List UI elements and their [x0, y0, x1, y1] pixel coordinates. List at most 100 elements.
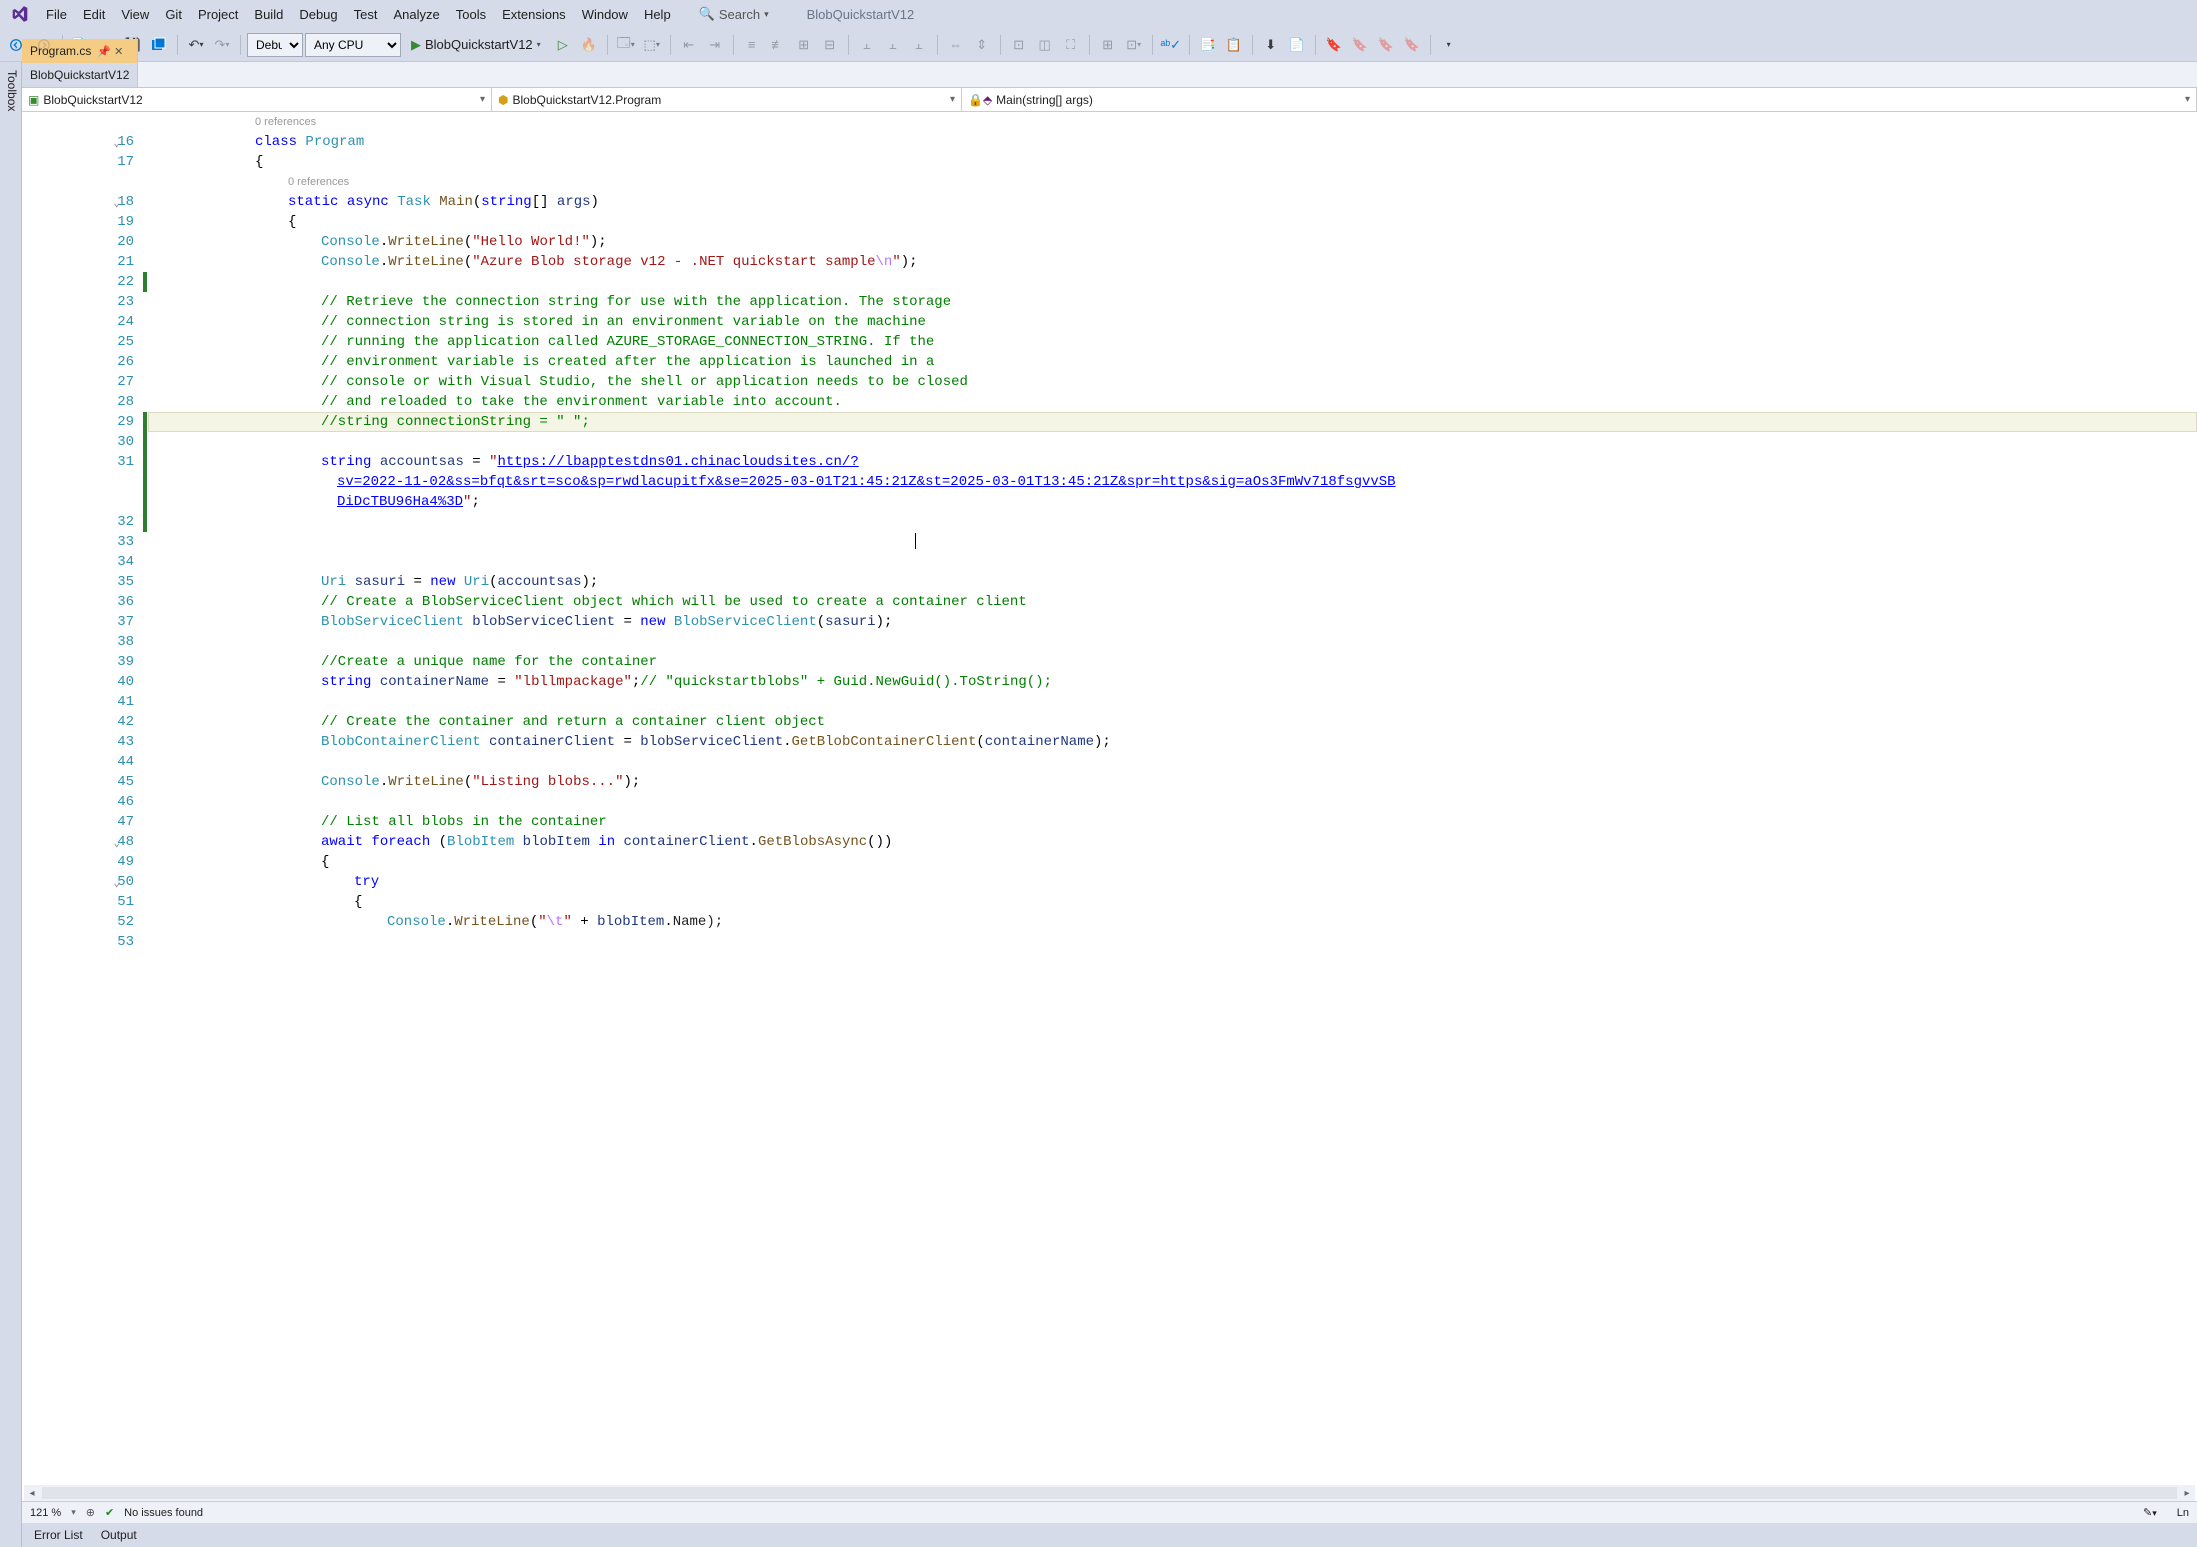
code-line[interactable] — [148, 632, 2197, 652]
format2-button[interactable]: ⊟ — [818, 33, 842, 57]
code-line[interactable]: { — [148, 852, 2197, 872]
line-number[interactable]: 51 — [22, 892, 134, 912]
line-number[interactable]: 38 — [22, 632, 134, 652]
line-number[interactable]: 39 — [22, 652, 134, 672]
grid-button[interactable]: ⊞ — [1096, 33, 1120, 57]
line-number[interactable]: 30 — [22, 432, 134, 452]
code-line[interactable]: string accountsas = "https://lbapptestdn… — [148, 452, 2197, 472]
line-number[interactable]: 18⌄ — [22, 192, 134, 212]
redo-button[interactable]: ↷▾ — [210, 33, 234, 57]
zoom-level[interactable]: 121 % — [30, 1507, 61, 1519]
scroll-left-arrow[interactable]: ◂ — [24, 1485, 40, 1501]
code-line[interactable]: { — [148, 892, 2197, 912]
code-line[interactable]: static async Task Main(string[] args) — [148, 192, 2197, 212]
indent-button[interactable]: ⇥ — [703, 33, 727, 57]
code-editor[interactable]: 16⌄1718⌄19202122232425262728293031323334… — [22, 112, 2197, 1485]
line-number[interactable]: 49 — [22, 852, 134, 872]
menu-extensions[interactable]: Extensions — [494, 3, 574, 26]
align-center-button[interactable]: ⫠ — [881, 33, 905, 57]
line-number[interactable]: 47 — [22, 812, 134, 832]
step-button[interactable]: ⬚▾ — [640, 33, 664, 57]
line-number[interactable]: 29 — [22, 412, 134, 432]
align-left-button[interactable]: ⫠ — [855, 33, 879, 57]
code-line[interactable]: { — [148, 152, 2197, 172]
line-number[interactable]: 16⌄ — [22, 132, 134, 152]
line-number[interactable]: 25 — [22, 332, 134, 352]
outdent-button[interactable]: ⇤ — [677, 33, 701, 57]
code-line[interactable] — [148, 792, 2197, 812]
line-number[interactable]: 24 — [22, 312, 134, 332]
dock-button[interactable]: ⊡ — [1007, 33, 1031, 57]
code-line[interactable]: try — [148, 872, 2197, 892]
code-line[interactable]: // console or with Visual Studio, the sh… — [148, 372, 2197, 392]
line-number[interactable]: 46 — [22, 792, 134, 812]
scroll-track[interactable] — [42, 1487, 2177, 1499]
char-indicator-icon[interactable]: ✎▾ — [2143, 1506, 2157, 1519]
code-line[interactable] — [148, 532, 2197, 552]
line-number[interactable]: 28 — [22, 392, 134, 412]
line-number[interactable]: 22 — [22, 272, 134, 292]
code-line[interactable]: { — [148, 212, 2197, 232]
scroll-right-arrow[interactable]: ▸ — [2179, 1485, 2195, 1501]
line-number[interactable]: 33 — [22, 532, 134, 552]
menu-edit[interactable]: Edit — [75, 3, 113, 26]
menu-view[interactable]: View — [113, 3, 157, 26]
code-line[interactable] — [148, 272, 2197, 292]
code-line[interactable]: Uri sasuri = new Uri(accountsas); — [148, 572, 2197, 592]
menu-help[interactable]: Help — [636, 3, 679, 26]
line-number[interactable]: 27 — [22, 372, 134, 392]
code-line[interactable]: Console.WriteLine("\t" + blobItem.Name); — [148, 912, 2197, 932]
nav-class-dropdown[interactable]: ⬢ BlobQuickstartV12.Program ▾ — [492, 88, 962, 111]
line-number[interactable]: 21 — [22, 252, 134, 272]
code-line[interactable]: await foreach (BlobItem blobItem in cont… — [148, 832, 2197, 852]
line-number[interactable]: 48⌄ — [22, 832, 134, 852]
document-tab[interactable]: BlobQuickstartV12 — [22, 63, 138, 87]
line-number[interactable]: 17 — [22, 152, 134, 172]
code-line[interactable]: //string connectionString = " "; — [148, 412, 2197, 432]
expand-button[interactable]: ⛶ — [1059, 33, 1083, 57]
code-line[interactable]: // connection string is stored in an env… — [148, 312, 2197, 332]
undo-button[interactable]: ↶▾ — [184, 33, 208, 57]
line-number[interactable]: 32 — [22, 512, 134, 532]
code-line[interactable]: // Retrieve the connection string for us… — [148, 292, 2197, 312]
search-box[interactable]: 🔍 Search ▾ — [693, 4, 775, 24]
menu-git[interactable]: Git — [157, 3, 190, 26]
start-debug-button[interactable]: ▶BlobQuickstartV12▾ — [403, 33, 549, 57]
forward-button[interactable] — [32, 33, 56, 57]
code-line[interactable]: Console.WriteLine("Listing blobs..."); — [148, 772, 2197, 792]
platform-dropdown[interactable]: Any CPU — [305, 33, 401, 57]
bookmark-button[interactable]: 🔖 — [1322, 33, 1346, 57]
code-line[interactable]: BlobServiceClient blobServiceClient = ne… — [148, 612, 2197, 632]
line-number[interactable] — [22, 472, 134, 492]
menu-test[interactable]: Test — [346, 3, 386, 26]
code-line[interactable] — [148, 552, 2197, 572]
line-number[interactable]: 42 — [22, 712, 134, 732]
line-number[interactable]: 19 — [22, 212, 134, 232]
code-line[interactable]: string containerName = "lbllmpackage";//… — [148, 672, 2197, 692]
align-right-button[interactable]: ⫠ — [907, 33, 931, 57]
line-number[interactable] — [22, 492, 134, 512]
code-line[interactable]: // environment variable is created after… — [148, 352, 2197, 372]
bookmark-next-button[interactable]: 🔖 — [1374, 33, 1398, 57]
code-line[interactable]: // Create the container and return a con… — [148, 712, 2197, 732]
zoom-reset-icon[interactable]: ⊕ — [86, 1506, 95, 1519]
line-number[interactable]: 45 — [22, 772, 134, 792]
line-number[interactable]: 37 — [22, 612, 134, 632]
code-line[interactable]: //Create a unique name for the container — [148, 652, 2197, 672]
code-line[interactable]: DiDcTBU96Ha4%3D"; — [148, 492, 2197, 512]
close-icon[interactable]: 📌 ✕ — [97, 45, 123, 58]
overflow-button[interactable]: ▾ — [1437, 33, 1461, 57]
line-number[interactable]: 26 — [22, 352, 134, 372]
menu-analyze[interactable]: Analyze — [385, 3, 447, 26]
code-line[interactable] — [148, 512, 2197, 532]
size-button[interactable]: ◫ — [1033, 33, 1057, 57]
dx1-button[interactable]: 📑 — [1196, 33, 1220, 57]
line-number[interactable]: 43 — [22, 732, 134, 752]
line-number[interactable]: 40 — [22, 672, 134, 692]
code-line[interactable]: // running the application called AZURE_… — [148, 332, 2197, 352]
line-number[interactable]: 20 — [22, 232, 134, 252]
code-line[interactable] — [148, 692, 2197, 712]
dx3-button[interactable]: ⬇ — [1259, 33, 1283, 57]
line-number[interactable]: 35 — [22, 572, 134, 592]
line-number[interactable]: 50⌄ — [22, 872, 134, 892]
